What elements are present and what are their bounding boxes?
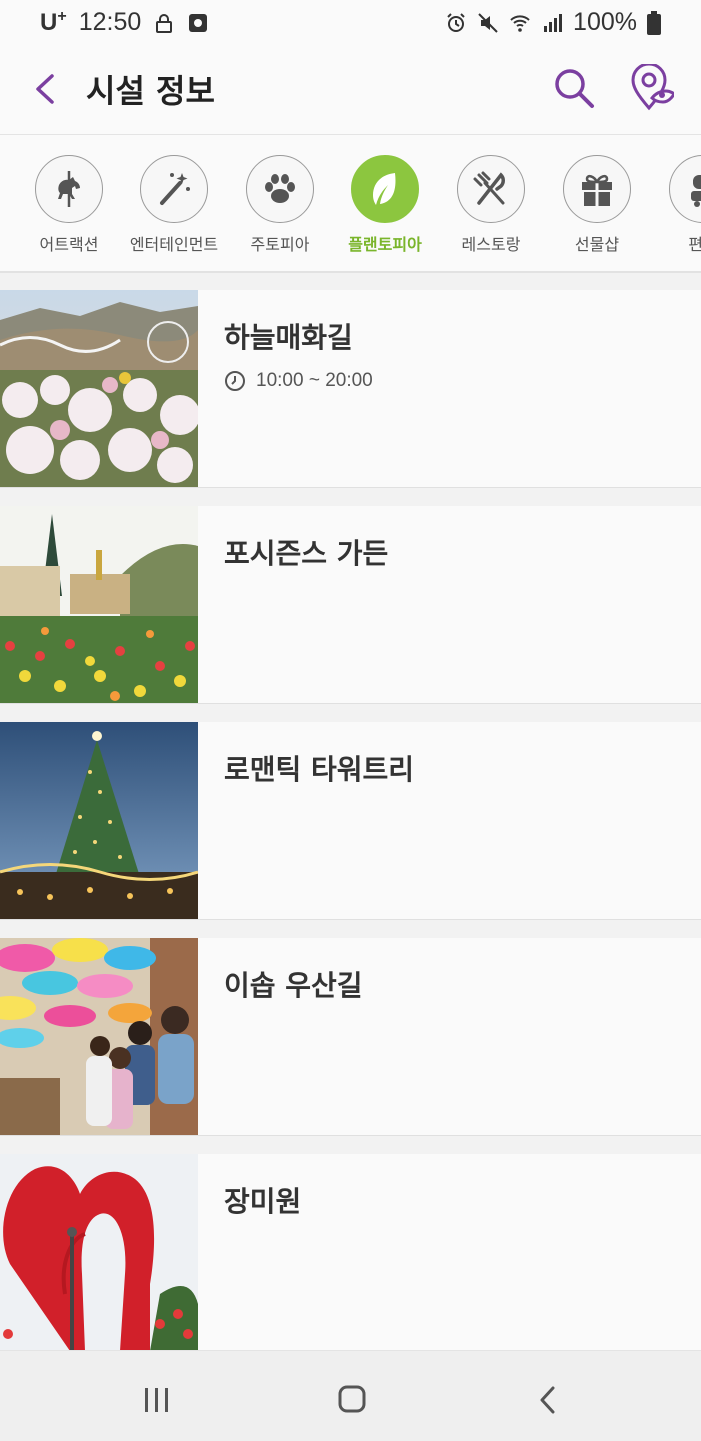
- facility-title: 로맨틱 타워트리: [224, 753, 415, 786]
- clock-icon: [225, 371, 245, 391]
- gift-icon: [582, 174, 612, 206]
- wifi-icon: [510, 14, 530, 32]
- facility-item-romantic-tower-tree[interactable]: 로맨틱 타워트리: [0, 722, 701, 920]
- system-nav-bar: [0, 1350, 701, 1441]
- facility-item-plum-blossom[interactable]: 하늘매화길 10:00 ~ 20:00: [0, 290, 701, 488]
- battery-percent: 100%: [573, 8, 637, 36]
- facility-item-four-seasons-garden[interactable]: 포시즌스 가든: [0, 506, 701, 704]
- category-convenience[interactable]: 편의: [648, 155, 701, 255]
- facility-thumbnail: [0, 938, 198, 1135]
- fork-knife-icon: [473, 171, 505, 205]
- lock-icon: [156, 13, 173, 33]
- category-plantopia[interactable]: 플랜토피아: [330, 155, 440, 255]
- facility-thumbnail: [0, 722, 198, 919]
- facility-title: 이솝 우산길: [224, 969, 363, 1002]
- nav-back-icon[interactable]: [538, 1385, 558, 1415]
- category-gift-shop[interactable]: 선물샵: [542, 155, 652, 255]
- facility-item-rose-garden[interactable]: 장미원: [0, 1154, 701, 1352]
- category-entertainment[interactable]: 엔터테인먼트: [119, 155, 229, 255]
- carousel-horse-icon: [58, 171, 80, 207]
- page-title: 시설 정보: [86, 72, 215, 110]
- facility-title: 장미원: [224, 1185, 302, 1218]
- convenience-icon: [691, 175, 701, 207]
- status-time: 12:50: [78, 8, 142, 36]
- facility-hours-text: 10:00 ~ 20:00: [256, 370, 373, 391]
- category-bar: 어트랙션 엔터테인먼트 주토피아 플랜토피아 레스토랑 선물샵 편의: [0, 135, 701, 273]
- facility-item-aesop-umbrella-road[interactable]: 이솝 우산길: [0, 938, 701, 1136]
- facility-thumbnail: [0, 290, 198, 487]
- category-restaurant[interactable]: 레스토랑: [436, 155, 546, 255]
- paw-icon: [265, 174, 295, 203]
- magic-wand-icon: [160, 173, 190, 205]
- carrier-label: U+: [40, 8, 67, 36]
- category-attraction[interactable]: 어트랙션: [14, 155, 124, 255]
- map-location-icon[interactable]: [628, 64, 674, 112]
- screen-record-icon: [189, 13, 208, 32]
- facility-thumbnail: [0, 1154, 198, 1351]
- app-header: 시설 정보: [0, 44, 701, 135]
- category-zootopia[interactable]: 주토피아: [225, 155, 335, 255]
- search-icon[interactable]: [552, 66, 596, 110]
- leaf-icon: [373, 173, 396, 205]
- facility-title: 포시즌스 가든: [224, 537, 389, 570]
- facility-thumbnail: [0, 506, 198, 703]
- facility-title: 하늘매화길: [224, 321, 353, 354]
- signal-icon: [544, 13, 563, 32]
- recent-apps-icon[interactable]: [142, 1387, 172, 1413]
- alarm-icon: [447, 12, 465, 32]
- home-icon[interactable]: [338, 1385, 366, 1413]
- mute-icon: [478, 12, 498, 33]
- facility-list: 하늘매화길 10:00 ~ 20:00 포시즌스 가든 로맨틱 타워트리 이솝 …: [0, 290, 701, 1370]
- status-bar: U+ 12:50 100%: [0, 0, 701, 44]
- facility-hours: 10:00 ~ 20:00: [224, 370, 373, 392]
- back-arrow-icon[interactable]: [28, 68, 64, 110]
- battery-icon: [647, 10, 661, 35]
